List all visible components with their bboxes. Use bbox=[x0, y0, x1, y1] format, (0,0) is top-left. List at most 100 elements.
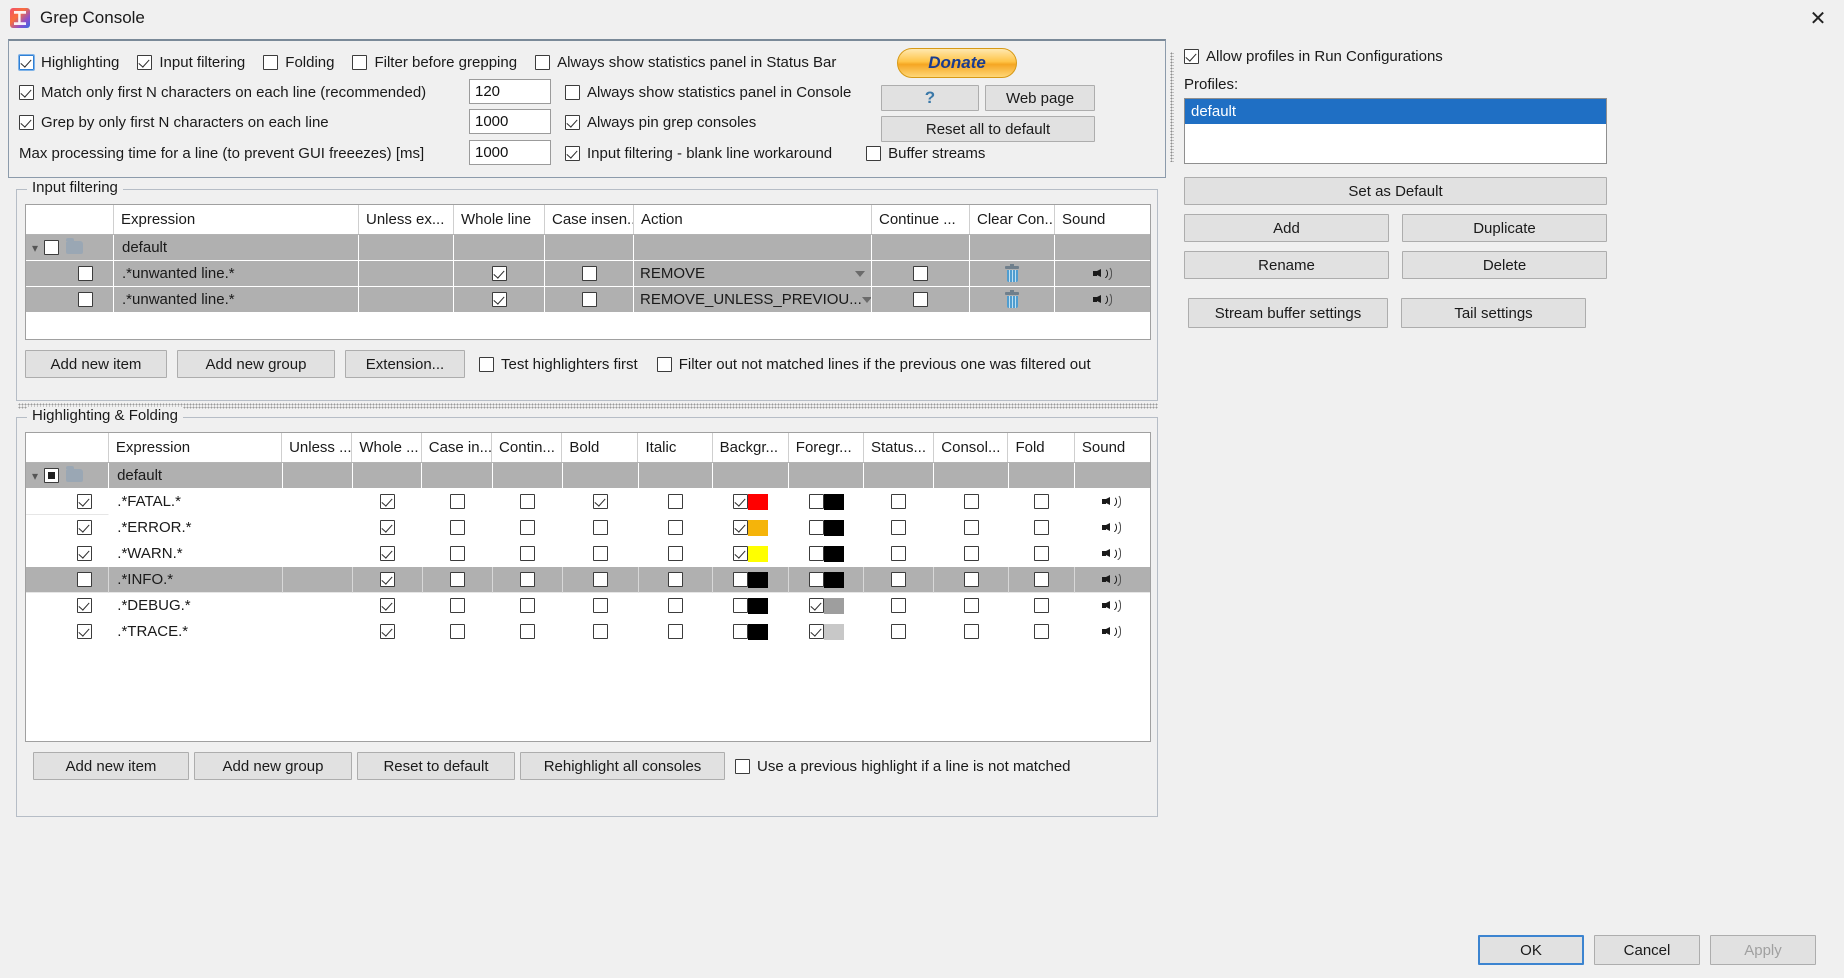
cell-fold[interactable] bbox=[1008, 593, 1075, 619]
background-checkbox[interactable] bbox=[733, 572, 749, 587]
table-row[interactable]: .*ERROR.* bbox=[26, 515, 1150, 541]
fold-checkbox[interactable] bbox=[1033, 520, 1049, 535]
cell-console[interactable] bbox=[934, 593, 1009, 619]
row-checkbox[interactable] bbox=[77, 546, 93, 561]
cell-sound[interactable] bbox=[1074, 567, 1150, 593]
cell-status[interactable] bbox=[864, 593, 935, 619]
hl-add-new-group-button[interactable]: Add new group bbox=[194, 752, 352, 780]
whole-line-checkbox[interactable] bbox=[379, 546, 395, 561]
cell-case-insensitive[interactable] bbox=[545, 235, 634, 261]
row-group-toggle-cell[interactable]: ▾ bbox=[26, 463, 110, 489]
italic-checkbox[interactable] bbox=[668, 572, 684, 587]
cell-console[interactable] bbox=[934, 489, 1009, 515]
hcol-case-insensitive[interactable]: Case in... bbox=[422, 433, 493, 462]
cell-foreground[interactable] bbox=[789, 489, 865, 515]
cell-background[interactable] bbox=[713, 489, 790, 515]
cell-continue[interactable] bbox=[492, 619, 563, 645]
speaker-icon[interactable] bbox=[1102, 520, 1122, 535]
cell-background[interactable] bbox=[713, 593, 790, 619]
case-insensitive-checkbox[interactable] bbox=[449, 598, 465, 613]
hcol-expression[interactable]: Expression bbox=[109, 433, 283, 462]
hcol-bold[interactable]: Bold bbox=[562, 433, 639, 462]
cell-unless[interactable] bbox=[283, 619, 354, 645]
cell-continue[interactable] bbox=[872, 261, 970, 287]
cell-foreground[interactable] bbox=[789, 541, 865, 567]
foreground-color-swatch[interactable] bbox=[823, 545, 844, 562]
case-insensitive-checkbox[interactable] bbox=[449, 572, 465, 587]
foreground-checkbox[interactable] bbox=[808, 598, 824, 613]
status-checkbox[interactable] bbox=[891, 572, 907, 587]
cell-status[interactable] bbox=[864, 567, 935, 593]
bold-checkbox[interactable] bbox=[592, 572, 608, 587]
row-checkbox-cell[interactable] bbox=[26, 489, 110, 515]
cell-case[interactable] bbox=[422, 489, 493, 515]
cell-expression[interactable]: .*INFO.* bbox=[109, 567, 284, 593]
cell-foreground[interactable] bbox=[789, 463, 865, 489]
row-checkbox[interactable] bbox=[44, 468, 60, 483]
ok-button[interactable]: OK bbox=[1478, 935, 1584, 965]
whole-line-checkbox[interactable] bbox=[491, 266, 507, 281]
cell-italic[interactable] bbox=[639, 515, 714, 541]
console-checkbox[interactable] bbox=[963, 624, 979, 639]
chevron-down-icon[interactable]: ▾ bbox=[32, 241, 38, 255]
checkbox-input-filtering[interactable]: Input filtering bbox=[137, 54, 245, 71]
cell-bold[interactable] bbox=[562, 593, 639, 619]
bold-checkbox[interactable] bbox=[592, 598, 608, 613]
cell-unless[interactable] bbox=[283, 489, 354, 515]
if-extension-button[interactable]: Extension... bbox=[345, 350, 465, 378]
cell-continue[interactable] bbox=[492, 593, 563, 619]
col-unless-expression[interactable]: Unless ex... bbox=[359, 205, 454, 234]
cell-case[interactable] bbox=[422, 619, 493, 645]
cell-unless[interactable] bbox=[283, 515, 354, 541]
cell-background[interactable] bbox=[713, 515, 790, 541]
foreground-color-swatch[interactable] bbox=[823, 519, 844, 536]
action-combobox[interactable]: REMOVE bbox=[638, 265, 871, 282]
cell-case[interactable] bbox=[422, 515, 493, 541]
hl-reset-to-default-button[interactable]: Reset to default bbox=[357, 752, 515, 780]
cell-italic[interactable] bbox=[639, 619, 714, 645]
cell-expression[interactable]: default bbox=[109, 463, 283, 489]
cell-console[interactable] bbox=[934, 567, 1009, 593]
whole-line-checkbox[interactable] bbox=[379, 520, 395, 535]
cell-fold[interactable] bbox=[1008, 515, 1075, 541]
list-item[interactable]: default bbox=[1185, 99, 1606, 124]
stream-buffer-settings-button[interactable]: Stream buffer settings bbox=[1188, 298, 1388, 328]
bold-checkbox[interactable] bbox=[592, 546, 608, 561]
cell-expression[interactable]: .*WARN.* bbox=[109, 541, 284, 567]
cell-continue[interactable] bbox=[872, 287, 970, 313]
cell-expression[interactable]: .*DEBUG.* bbox=[109, 593, 284, 619]
chevron-down-icon[interactable]: ▾ bbox=[32, 469, 38, 483]
cell-status[interactable] bbox=[864, 489, 935, 515]
hl-add-new-item-button[interactable]: Add new item bbox=[33, 752, 189, 780]
background-checkbox[interactable] bbox=[733, 520, 749, 535]
close-icon[interactable]: ✕ bbox=[1792, 0, 1844, 36]
chevron-down-icon[interactable] bbox=[861, 296, 871, 303]
tail-settings-button[interactable]: Tail settings bbox=[1401, 298, 1586, 328]
cell-background[interactable] bbox=[713, 619, 790, 645]
cell-console[interactable] bbox=[934, 541, 1009, 567]
cell-continue[interactable] bbox=[492, 567, 563, 593]
italic-checkbox[interactable] bbox=[668, 546, 684, 561]
cell-fold[interactable] bbox=[1008, 489, 1075, 515]
hcol-foreground[interactable]: Foregr... bbox=[789, 433, 864, 462]
help-button[interactable]: ? bbox=[881, 85, 979, 111]
continue-checkbox[interactable] bbox=[519, 520, 535, 535]
hcol-unless[interactable]: Unless ... bbox=[282, 433, 353, 462]
hcol-background[interactable]: Backgr... bbox=[713, 433, 789, 462]
reset-all-to-default-button[interactable]: Reset all to default bbox=[881, 116, 1095, 142]
checkbox-always-pin-consoles[interactable]: Always pin grep consoles bbox=[565, 114, 756, 131]
foreground-color-swatch[interactable] bbox=[823, 597, 844, 614]
row-checkbox[interactable] bbox=[44, 240, 60, 255]
cell-case[interactable] bbox=[422, 593, 493, 619]
console-checkbox[interactable] bbox=[963, 598, 979, 613]
cell-console[interactable] bbox=[934, 463, 1009, 489]
row-group-toggle-cell[interactable]: ▾ bbox=[26, 235, 114, 261]
row-checkbox[interactable] bbox=[77, 494, 93, 509]
cell-unless[interactable] bbox=[283, 593, 354, 619]
cell-whole[interactable] bbox=[353, 463, 423, 489]
console-checkbox[interactable] bbox=[963, 546, 979, 561]
cell-italic[interactable] bbox=[638, 463, 714, 489]
speaker-icon[interactable] bbox=[1092, 292, 1113, 307]
hcol-fold[interactable]: Fold bbox=[1008, 433, 1075, 462]
trash-icon[interactable] bbox=[1005, 263, 1019, 282]
